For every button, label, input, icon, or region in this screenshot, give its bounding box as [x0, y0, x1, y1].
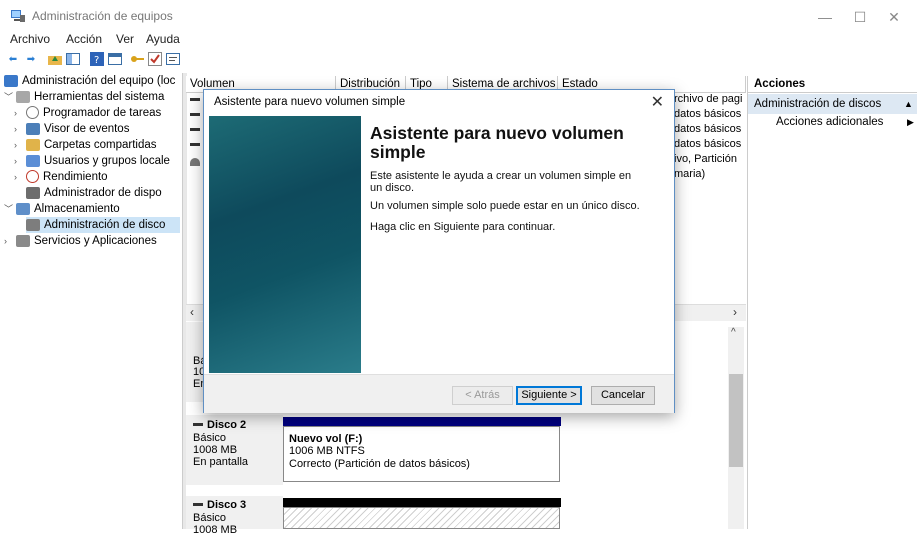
- chevron-right-icon[interactable]: ›: [4, 233, 16, 249]
- wizard-text-2: Un volumen simple solo puede estar en un…: [370, 200, 640, 212]
- chevron-right-icon[interactable]: ›: [14, 105, 26, 121]
- disk-3-title: Disco 3: [207, 499, 247, 511]
- tree-device-manager[interactable]: Administrador de dispo: [26, 185, 162, 201]
- partition-name: Nuevo vol (F:): [289, 433, 363, 445]
- scroll-up-icon[interactable]: ^: [731, 327, 736, 338]
- disk-3-type: Básico: [193, 512, 227, 524]
- tools-icon: [16, 90, 30, 103]
- services-icon: [16, 234, 30, 247]
- actions-disk-management[interactable]: Administración de discos: [748, 94, 917, 114]
- volume-status-cell: datos básicos: [674, 108, 742, 120]
- chevron-right-icon[interactable]: ›: [14, 153, 26, 169]
- volume-icon: [190, 128, 200, 131]
- volume-icon: [190, 98, 200, 101]
- close-button[interactable]: ✕: [879, 6, 909, 28]
- submenu-arrow-icon[interactable]: ▶: [907, 117, 914, 128]
- scroll-right-icon[interactable]: ›: [733, 305, 737, 319]
- maximize-button[interactable]: ☐: [845, 6, 875, 28]
- disk-icon: [193, 423, 203, 426]
- storage-icon: [16, 202, 30, 215]
- performance-icon: [26, 170, 39, 184]
- chevron-down-icon[interactable]: ﹀: [4, 201, 16, 217]
- disk-icon: [193, 503, 203, 506]
- show-hide-tree-icon[interactable]: [66, 52, 80, 66]
- menu-archivo[interactable]: Archivo: [10, 32, 50, 46]
- partition-status: Correcto (Partición de datos básicos): [289, 458, 470, 470]
- device-manager-icon: [26, 186, 40, 199]
- window-title: Administración de equipos: [32, 9, 173, 23]
- svg-text:?: ?: [94, 55, 99, 66]
- users-icon: [26, 154, 40, 167]
- wizard-banner: [209, 116, 361, 373]
- cd-drive-icon: [190, 158, 200, 166]
- wizard-text-1: Este asistente le ayuda a crear un volum…: [370, 170, 632, 194]
- disk-management-icon: [26, 218, 40, 231]
- tree-task-scheduler[interactable]: › Programador de tareas: [14, 105, 161, 121]
- unallocated-space[interactable]: [283, 507, 560, 529]
- back-arrow-icon[interactable]: ⬅: [6, 52, 20, 66]
- forward-arrow-icon[interactable]: ➡: [24, 52, 38, 66]
- unallocated-color-bar: [283, 498, 561, 507]
- tree-system-tools[interactable]: ﹀ Herramientas del sistema: [4, 89, 164, 105]
- volume-icon: [190, 143, 200, 146]
- dialog-title: Asistente para nuevo volumen simple: [214, 96, 406, 108]
- volume-status-cell: ivo, Partición: [674, 153, 737, 165]
- disk-2-type: Básico: [193, 432, 227, 444]
- computer-management-icon: [10, 9, 26, 23]
- actions-header: Acciones: [748, 76, 917, 93]
- minimize-button[interactable]: —: [810, 6, 840, 28]
- tree-event-viewer[interactable]: › Visor de eventos: [14, 121, 129, 137]
- collapse-up-icon[interactable]: ▲: [904, 99, 913, 109]
- tree-performance[interactable]: › Rendimiento: [14, 169, 108, 185]
- up-folder-icon[interactable]: [48, 52, 62, 66]
- console-view-icon[interactable]: [108, 52, 122, 66]
- volume-status-cell: datos básicos: [674, 138, 742, 150]
- volume-status-cell: datos básicos: [674, 123, 742, 135]
- key-icon[interactable]: [130, 52, 144, 66]
- cancel-button[interactable]: Cancelar: [591, 386, 655, 405]
- event-viewer-icon: [26, 122, 40, 135]
- volume-status-cell: rchivo de pagi: [674, 93, 743, 105]
- chevron-right-icon[interactable]: ›: [14, 121, 26, 137]
- shared-folder-icon: [26, 138, 40, 151]
- tree-root[interactable]: Administración del equipo (loc: [4, 73, 175, 89]
- disk-2-size: 1008 MB: [193, 444, 238, 456]
- tree-storage[interactable]: ﹀ Almacenamiento: [4, 201, 120, 217]
- tree-shared-folders[interactable]: › Carpetas compartidas: [14, 137, 157, 153]
- partition-color-bar: [283, 417, 561, 426]
- menu-ayuda[interactable]: Ayuda: [146, 32, 180, 46]
- help-icon[interactable]: ?: [90, 52, 104, 66]
- wizard-heading: Asistente para nuevo volumen simple: [370, 123, 624, 162]
- tree-disk-management[interactable]: Administración de disco: [26, 217, 180, 233]
- scroll-left-icon[interactable]: ‹: [190, 305, 194, 319]
- disk-3-size: 1008 MB: [193, 524, 238, 536]
- dialog-close-icon[interactable]: ✕: [651, 92, 664, 112]
- scrollbar-thumb[interactable]: [729, 374, 743, 467]
- actions-pane: [747, 76, 917, 529]
- partition-detail: 1006 MB NTFS: [289, 445, 365, 457]
- tree-services[interactable]: › Servicios y Aplicaciones: [4, 233, 157, 249]
- volume-icon: [190, 113, 200, 116]
- clock-icon: [26, 106, 39, 120]
- new-simple-volume-wizard: Asistente para nuevo volumen simple ✕ As…: [203, 89, 675, 413]
- actions-more[interactable]: Acciones adicionales: [776, 116, 883, 128]
- tree-users-groups[interactable]: › Usuarios y grupos locale: [14, 153, 170, 169]
- properties-icon[interactable]: [166, 52, 180, 66]
- chevron-right-icon[interactable]: ›: [14, 169, 26, 185]
- chevron-right-icon[interactable]: ›: [14, 137, 26, 153]
- disk-2-title: Disco 2: [207, 419, 247, 431]
- computer-icon: [4, 74, 18, 87]
- menu-ver[interactable]: Ver: [116, 32, 134, 46]
- back-button[interactable]: < Atrás: [452, 386, 513, 405]
- wizard-text-3: Haga clic en Siguiente para continuar.: [370, 221, 556, 233]
- menu-accion[interactable]: Acción: [66, 32, 102, 46]
- next-button[interactable]: Siguiente >: [516, 386, 582, 405]
- check-icon[interactable]: [148, 52, 162, 66]
- volume-status-cell: maria): [674, 168, 706, 180]
- chevron-down-icon[interactable]: ﹀: [4, 89, 16, 105]
- disk-2-state: En pantalla: [193, 456, 249, 468]
- console-tree: Administración del equipo (loc ﹀ Herramie…: [4, 73, 180, 529]
